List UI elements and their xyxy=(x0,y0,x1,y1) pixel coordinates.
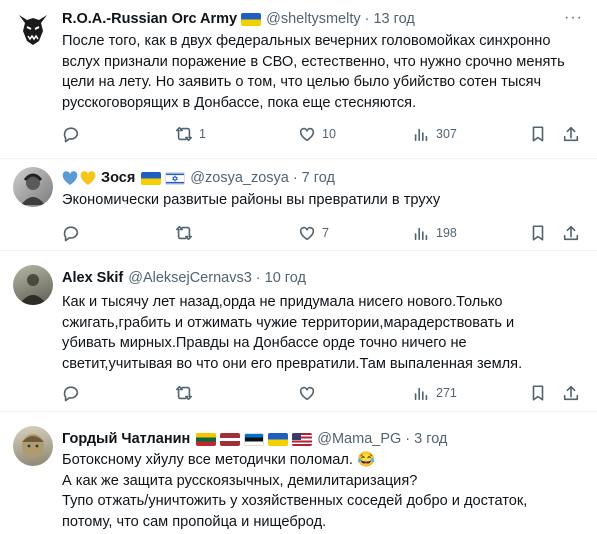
profile-photo-icon xyxy=(21,173,45,205)
tweet-header: R.O.A.-Russian Orc Army @sheltysmelty · … xyxy=(62,9,415,29)
tweet-actions: 1 10 307 xyxy=(62,124,587,144)
share-icon xyxy=(563,126,579,142)
hearts-icon xyxy=(62,170,96,186)
display-name[interactable]: Alex Skif xyxy=(62,270,123,286)
bookmark-button[interactable] xyxy=(529,223,547,243)
display-name[interactable]: Зося xyxy=(101,170,135,186)
share-button[interactable] xyxy=(562,124,580,144)
tweet-header: Гордый Чатланин @Mama_PG · 3 год xyxy=(62,429,447,449)
flag-il-icon xyxy=(165,171,186,185)
separator-dot: · xyxy=(405,431,411,447)
like-button[interactable] xyxy=(298,383,322,403)
retweet-icon xyxy=(175,126,193,142)
bookmark-icon xyxy=(532,225,544,241)
tweet-text: Как и тысячу лет назад,орда не придумала… xyxy=(62,294,523,372)
retweet-icon xyxy=(175,225,193,241)
bookmark-icon xyxy=(532,385,544,401)
tweet-text: Ботоксному хйулу все методички поломал. … xyxy=(62,452,528,530)
reply-button[interactable] xyxy=(62,223,86,243)
flag-ua-icon xyxy=(268,432,289,446)
avatar[interactable] xyxy=(13,9,53,49)
retweet-icon xyxy=(175,385,193,401)
like-button[interactable]: 10 xyxy=(298,124,336,144)
profile-photo-icon xyxy=(22,434,44,458)
reply-icon xyxy=(63,386,79,402)
views-icon xyxy=(414,128,428,142)
display-name[interactable]: R.O.A.-Russian Orc Army xyxy=(62,11,237,27)
flag-ua-icon xyxy=(241,12,262,26)
retweet-count: 1 xyxy=(199,127,206,141)
views-count: 271 xyxy=(436,386,457,400)
flag-us-icon xyxy=(292,432,313,446)
tweet[interactable]: R.O.A.-Russian Orc Army @sheltysmelty · … xyxy=(0,0,597,158)
views-button[interactable]: 271 xyxy=(412,383,457,403)
retweet-button[interactable] xyxy=(175,223,199,243)
reply-button[interactable] xyxy=(62,383,86,403)
retweet-button[interactable]: 1 xyxy=(175,124,206,144)
tweet-header: Зося @zosya_zosya · 7 год xyxy=(62,168,335,188)
like-icon xyxy=(299,386,315,401)
like-button[interactable]: 7 xyxy=(298,223,329,243)
avatar[interactable] xyxy=(13,426,53,466)
tweet-text: Экономически развитые районы вы преврати… xyxy=(62,192,441,208)
like-count: 7 xyxy=(322,226,329,240)
avatar[interactable] xyxy=(13,265,53,305)
more-icon[interactable]: ··· xyxy=(564,9,583,27)
orc-logo-icon xyxy=(19,15,47,45)
flag-ua-icon xyxy=(141,171,162,185)
reply-icon xyxy=(63,127,79,143)
share-button[interactable] xyxy=(562,223,580,243)
tweet-actions: 271 xyxy=(62,383,587,403)
tweet-actions: 7 198 xyxy=(62,223,587,243)
retweet-button[interactable] xyxy=(175,383,199,403)
separator-dot: · xyxy=(292,170,298,186)
like-count: 10 xyxy=(322,127,336,141)
reply-button[interactable] xyxy=(62,124,86,144)
flag-lt-icon xyxy=(196,432,217,446)
views-count: 307 xyxy=(436,127,457,141)
bookmark-button[interactable] xyxy=(529,383,547,403)
share-button[interactable] xyxy=(562,383,580,403)
flag-lv-icon xyxy=(220,432,241,446)
views-count: 198 xyxy=(436,226,457,240)
bookmark-icon xyxy=(532,126,544,142)
reply-icon xyxy=(63,226,79,242)
views-button[interactable]: 307 xyxy=(412,124,457,144)
separator-dot: · xyxy=(364,11,370,27)
tweet-text: После того, как в двух федеральных вечер… xyxy=(62,33,565,111)
separator-dot: · xyxy=(255,270,261,286)
like-icon xyxy=(299,226,315,241)
views-button[interactable]: 198 xyxy=(412,223,457,243)
profile-photo-icon xyxy=(19,274,47,305)
avatar[interactable] xyxy=(13,167,53,207)
handle[interactable]: @sheltysmelty xyxy=(266,11,361,27)
timestamp[interactable]: 7 год xyxy=(302,170,335,186)
like-icon xyxy=(299,127,315,142)
tweet[interactable]: Зося @zosya_zosya · 7 год Экономически р… xyxy=(0,159,597,250)
timestamp[interactable]: 3 год xyxy=(414,431,447,447)
share-icon xyxy=(563,385,579,401)
timestamp[interactable]: 10 год xyxy=(265,270,306,286)
views-icon xyxy=(414,227,428,241)
tweet[interactable]: Alex Skif @AleksejCernavs3 · 10 год Как … xyxy=(0,251,597,411)
flag-ee-icon xyxy=(244,432,265,446)
handle[interactable]: @AleksejCernavs3 xyxy=(128,270,252,286)
tweet[interactable]: Гордый Чатланин @Mama_PG · 3 год Ботоксн… xyxy=(0,412,597,534)
views-icon xyxy=(414,387,428,401)
display-name[interactable]: Гордый Чатланин xyxy=(62,431,190,447)
handle[interactable]: @Mama_PG xyxy=(317,431,401,447)
bookmark-button[interactable] xyxy=(529,124,547,144)
handle[interactable]: @zosya_zosya xyxy=(190,170,289,186)
tweet-header: Alex Skif @AleksejCernavs3 · 10 год xyxy=(62,268,306,288)
timestamp[interactable]: 13 год xyxy=(373,11,414,27)
share-icon xyxy=(563,225,579,241)
